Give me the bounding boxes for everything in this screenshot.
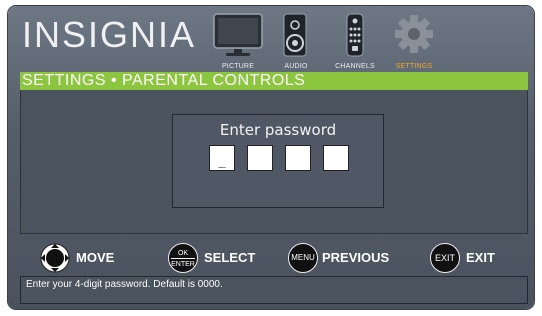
password-digit-1[interactable]: _ — [209, 145, 235, 171]
brand-logo: INSIGNIA — [22, 14, 197, 55]
control-label: PREVIOUS — [322, 250, 390, 265]
page-title-bar: SETTINGS • PARENTAL CONTROLS — [20, 72, 528, 90]
menu-item-label: CHANNELS — [335, 63, 375, 70]
control-select: OK ENTER SELECT — [168, 243, 278, 273]
control-move: MOVE — [40, 243, 130, 273]
page-title: SETTINGS • PARENTAL CONTROLS — [22, 72, 306, 89]
top-menu: PICTURE AUDIO CHANNELS SETTINGS — [208, 8, 448, 70]
menu-item-picture[interactable]: PICTURE — [208, 8, 268, 70]
menu-item-label: AUDIO — [284, 63, 308, 70]
ok-enter-icon: OK ENTER — [168, 243, 198, 273]
menu-item-label: SETTINGS — [395, 63, 433, 70]
password-digit-4[interactable] — [323, 145, 349, 171]
control-exit: EXIT EXIT — [430, 243, 510, 273]
menu-item-audio[interactable]: AUDIO — [270, 8, 322, 70]
password-prompt: Enter password — [219, 121, 337, 139]
password-digit-2[interactable] — [247, 145, 273, 171]
exit-button-icon: EXIT — [430, 243, 460, 273]
menu-item-settings[interactable]: SETTINGS — [388, 8, 440, 70]
menu-item-channels[interactable]: CHANNELS — [326, 8, 384, 70]
password-digit-3[interactable] — [285, 145, 311, 171]
speaker-icon — [283, 13, 307, 57]
menu-button-icon: MENU — [288, 243, 318, 273]
gear-icon — [395, 15, 433, 53]
menu-item-label: PICTURE — [221, 63, 255, 70]
control-previous: MENU PREVIOUS — [288, 243, 408, 273]
password-dialog: Enter password _ — [172, 114, 384, 208]
control-label: EXIT — [466, 250, 495, 265]
remote-icon — [346, 13, 364, 57]
tv-icon — [213, 13, 263, 56]
dpad-icon — [40, 243, 70, 273]
help-text: Enter your 4-digit password. Default is … — [26, 279, 223, 290]
control-label: MOVE — [76, 250, 115, 265]
help-text-bar: Enter your 4-digit password. Default is … — [20, 276, 528, 304]
control-label: SELECT — [204, 250, 256, 265]
